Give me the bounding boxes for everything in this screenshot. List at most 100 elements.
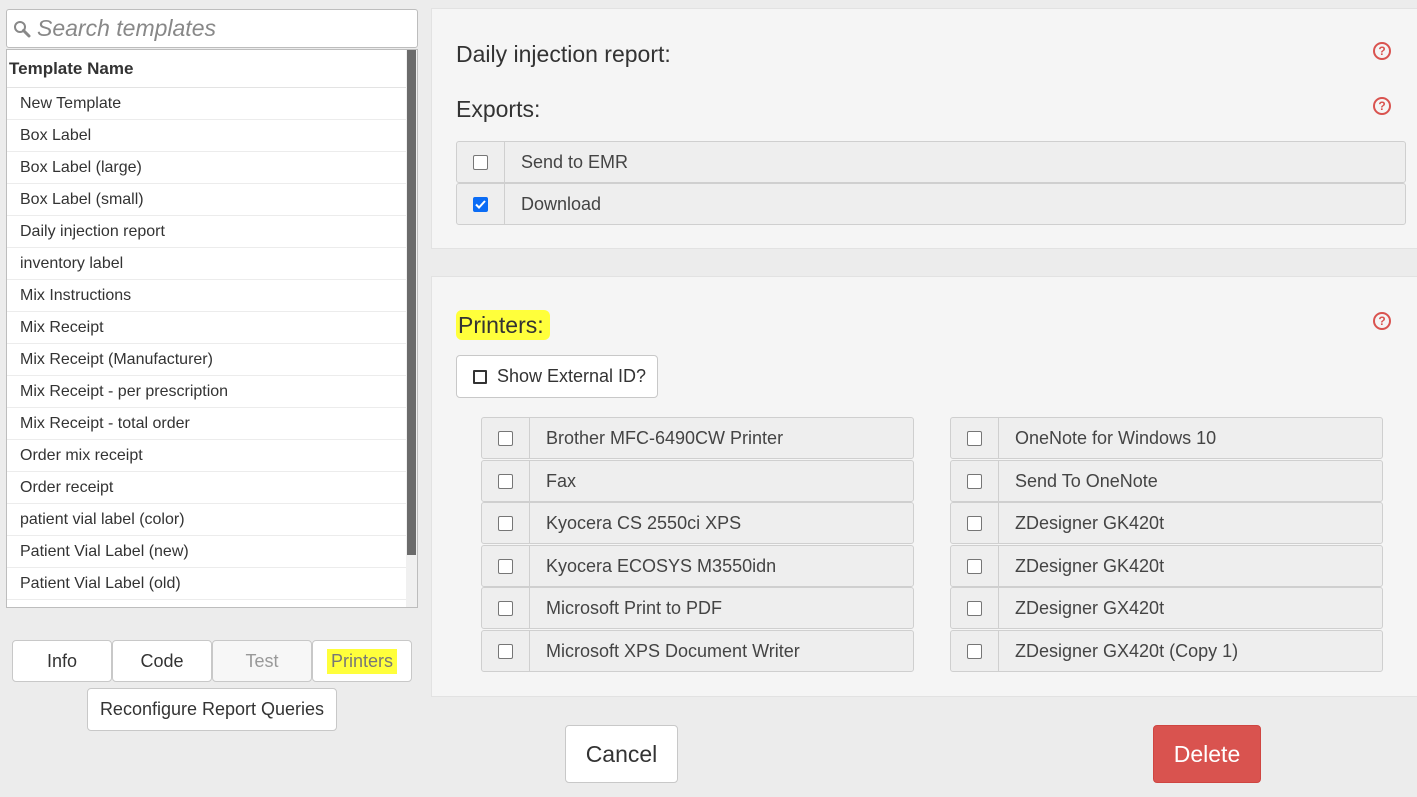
printer-checkbox[interactable] <box>498 430 513 446</box>
export-row-send-to-emr[interactable]: Send to EMR <box>456 141 1406 183</box>
checkbox-cell <box>951 546 999 586</box>
printer-row[interactable]: ZDesigner GK420t <box>950 502 1383 544</box>
checkbox-cell <box>482 503 530 543</box>
printer-row[interactable]: Kyocera CS 2550ci XPS <box>481 502 914 544</box>
list-header: Template Name <box>7 50 407 88</box>
cancel-button[interactable]: Cancel <box>565 725 678 783</box>
printer-row[interactable]: Fax <box>481 460 914 502</box>
report-title: Daily injection report: <box>456 41 671 67</box>
checkbox-cell <box>457 184 505 224</box>
reconfigure-report-queries-button[interactable]: Reconfigure Report Queries <box>87 688 337 731</box>
template-search[interactable] <box>6 9 418 48</box>
printer-row[interactable]: Brother MFC-6490CW Printer <box>481 417 914 459</box>
list-item[interactable]: inventory label <box>7 248 407 280</box>
checkbox-cell <box>482 588 530 628</box>
printers-panel: Printers: ? Show External ID? Brother MF… <box>431 276 1417 697</box>
send-to-emr-checkbox[interactable] <box>473 154 488 170</box>
export-label: Download <box>521 193 602 214</box>
printer-label: OneNote for Windows 10 <box>1015 427 1217 448</box>
search-input[interactable] <box>37 15 407 42</box>
printer-checkbox[interactable] <box>967 558 982 574</box>
checkbox-cell <box>482 546 530 586</box>
printer-row[interactable]: Microsoft XPS Document Writer <box>481 630 914 672</box>
list-item[interactable]: Order receipt <box>7 472 407 504</box>
list-item[interactable]: Patient Vial Label (old) <box>7 568 407 600</box>
report-panel: Daily injection report: ? Exports: ? Sen… <box>431 8 1417 249</box>
list-item[interactable]: Mix Receipt - total order <box>7 408 407 440</box>
tab-test[interactable]: Test <box>212 640 312 682</box>
printer-label: Microsoft XPS Document Writer <box>546 640 800 661</box>
printer-row[interactable]: Kyocera ECOSYS M3550idn <box>481 545 914 587</box>
printer-checkbox[interactable] <box>967 600 982 616</box>
tab-printers-label: Printers <box>326 648 397 674</box>
printer-label: Microsoft Print to PDF <box>546 597 723 618</box>
list-scrollbar[interactable] <box>406 50 417 607</box>
tab-printers[interactable]: Printers <box>312 640 412 682</box>
printer-row[interactable]: ZDesigner GX420t <box>950 587 1383 629</box>
printer-checkbox[interactable] <box>967 430 982 446</box>
printer-checkbox[interactable] <box>967 473 982 489</box>
list-item[interactable]: Box Label (small) <box>7 184 407 216</box>
checkbox-cell <box>482 631 530 671</box>
printer-label: ZDesigner GX420t (Copy 1) <box>1015 640 1239 661</box>
tab-code[interactable]: Code <box>112 640 212 682</box>
checkbox-cell <box>951 631 999 671</box>
help-icon[interactable]: ? <box>1373 42 1391 60</box>
template-list[interactable]: Template Name New Template Box Label Box… <box>6 49 418 608</box>
check-icon <box>475 199 486 209</box>
printers-title-text: Printers: <box>456 310 550 340</box>
tab-info[interactable]: Info <box>12 640 112 682</box>
show-external-id-label: Show External ID? <box>497 366 647 386</box>
search-icon <box>7 20 37 38</box>
printer-row[interactable]: ZDesigner GK420t <box>950 545 1383 587</box>
printer-row[interactable]: Microsoft Print to PDF <box>481 587 914 629</box>
list-item[interactable]: Box Label <box>7 120 407 152</box>
printer-label: ZDesigner GX420t <box>1015 597 1165 618</box>
exports-title: Exports: <box>456 96 541 122</box>
printer-row[interactable]: OneNote for Windows 10 <box>950 417 1383 459</box>
list-item[interactable]: Mix Receipt (Manufacturer) <box>7 344 407 376</box>
printer-checkbox[interactable] <box>498 473 513 489</box>
printer-label: ZDesigner GK420t <box>1015 512 1165 533</box>
printers-title: Printers: <box>456 310 550 340</box>
checkbox-cell <box>951 503 999 543</box>
printer-checkbox[interactable] <box>498 515 513 531</box>
list-item[interactable]: patient vial label (color) <box>7 504 407 536</box>
printer-row[interactable]: ZDesigner GX420t (Copy 1) <box>950 630 1383 672</box>
printer-checkbox[interactable] <box>498 558 513 574</box>
list-item[interactable]: Daily injection report <box>7 216 407 248</box>
export-label: Send to EMR <box>521 151 629 172</box>
scroll-thumb[interactable] <box>407 50 416 555</box>
list-item[interactable]: Mix Receipt <box>7 312 407 344</box>
printer-checkbox[interactable] <box>498 600 513 616</box>
printer-checkbox[interactable] <box>967 515 982 531</box>
list-item[interactable]: Mix Instructions <box>7 280 407 312</box>
list-item[interactable]: Order mix receipt <box>7 440 407 472</box>
printer-label: Send To OneNote <box>1015 470 1158 491</box>
checkbox-cell <box>951 461 999 501</box>
export-row-download[interactable]: Download <box>456 183 1406 225</box>
printer-label: Fax <box>546 470 577 491</box>
show-external-id-checkbox[interactable] <box>473 369 487 384</box>
help-icon[interactable]: ? <box>1373 97 1391 115</box>
list-item[interactable]: Box Label (large) <box>7 152 407 184</box>
printer-row[interactable]: Send To OneNote <box>950 460 1383 502</box>
template-tabs: Info Code Test Printers <box>12 640 412 682</box>
checkbox-cell <box>482 418 530 458</box>
printer-label: Kyocera CS 2550ci XPS <box>546 512 742 533</box>
checkbox-cell <box>457 142 505 182</box>
checkbox-cell <box>951 418 999 458</box>
list-item[interactable]: Mix Receipt - per prescription <box>7 376 407 408</box>
printer-label: Brother MFC-6490CW Printer <box>546 427 784 448</box>
show-external-id-button[interactable]: Show External ID? <box>456 355 658 398</box>
download-checkbox[interactable] <box>473 196 488 212</box>
printer-checkbox[interactable] <box>967 643 982 659</box>
printer-label: Kyocera ECOSYS M3550idn <box>546 555 777 576</box>
delete-button[interactable]: Delete <box>1153 725 1261 783</box>
printer-checkbox[interactable] <box>498 643 513 659</box>
list-item[interactable]: New Template <box>7 88 407 120</box>
printer-label: ZDesigner GK420t <box>1015 555 1165 576</box>
list-item[interactable]: Patient Vial Label (new) <box>7 536 407 568</box>
help-icon[interactable]: ? <box>1373 312 1391 330</box>
checkbox-cell <box>951 588 999 628</box>
